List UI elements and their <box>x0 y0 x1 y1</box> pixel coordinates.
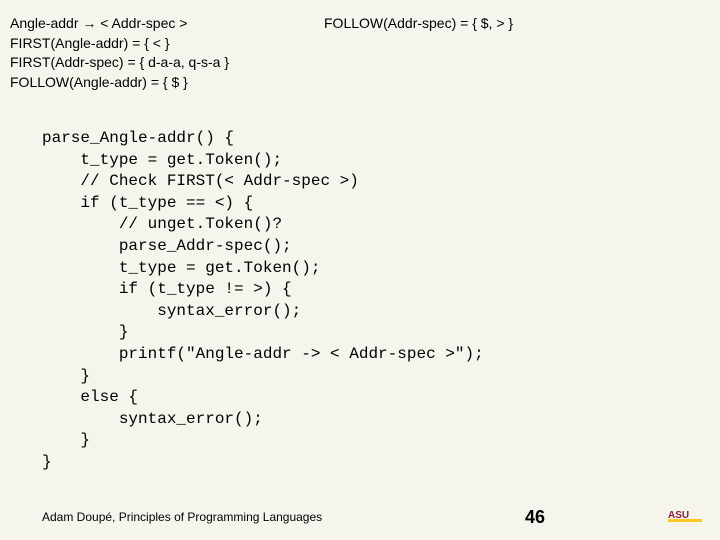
footer-text: Adam Doupé, Principles of Programming La… <box>42 510 322 524</box>
grammar-rule: Angle-addr → < Addr-spec > <box>10 14 229 34</box>
svg-text:ASU: ASU <box>668 510 689 521</box>
page-number: 46 <box>525 507 545 528</box>
grammar-block: Angle-addr → < Addr-spec > FIRST(Angle-a… <box>10 14 229 92</box>
first-angle-addr: FIRST(Angle-addr) = { < } <box>10 34 229 54</box>
asu-logo-icon: ASU <box>668 508 702 526</box>
code-block: parse_Angle-addr() { t_type = get.Token(… <box>42 128 484 474</box>
slide: Angle-addr → < Addr-spec > FIRST(Angle-a… <box>0 0 720 540</box>
follow-angle-addr: FOLLOW(Angle-addr) = { $ } <box>10 73 229 93</box>
first-addr-spec: FIRST(Addr-spec) = { d-a-a, q-s-a } <box>10 53 229 73</box>
follow-addr-spec: FOLLOW(Addr-spec) = { $, > } <box>324 14 513 34</box>
